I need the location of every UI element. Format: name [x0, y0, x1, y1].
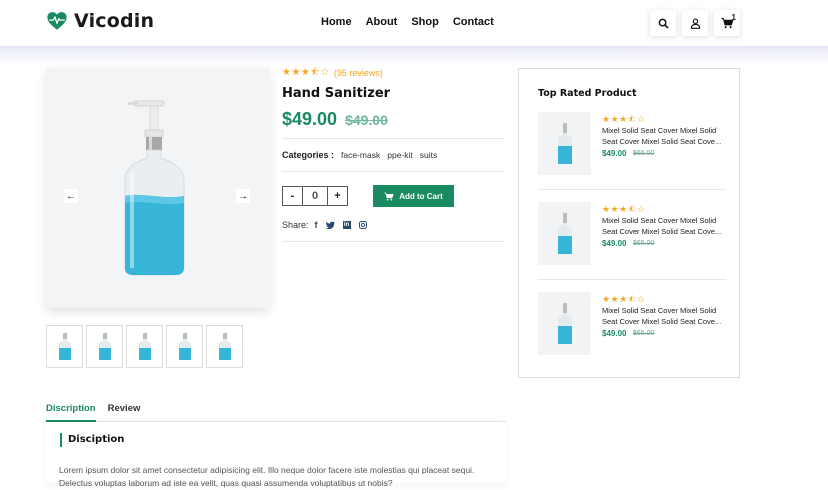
divider [282, 138, 504, 139]
divider [538, 279, 726, 280]
qty-value[interactable]: 0 [303, 186, 327, 206]
add-to-cart-label: Add to Cart [399, 191, 443, 201]
search-button[interactable] [650, 10, 676, 36]
qty-increase-button[interactable]: + [327, 186, 348, 206]
old-price: $49.00 [345, 112, 388, 128]
category-tag[interactable]: face-mask [341, 150, 380, 160]
thumbnail[interactable] [86, 325, 123, 368]
sidebar-product-price: $49.00 [602, 149, 627, 158]
arrow-left-icon: ← [66, 190, 76, 202]
product-title: Hand Sanitizer [282, 86, 391, 101]
sanitizer-bottle-image [124, 100, 185, 276]
twitter-icon[interactable] [325, 221, 335, 229]
divider [282, 171, 504, 172]
instagram-icon[interactable] [358, 221, 367, 229]
purchase-row: - 0 + Add to Cart [282, 185, 504, 207]
sidebar-product-name[interactable]: Mixel Solid Seat Cover Mixel Solid Seat … [602, 125, 726, 147]
product-info: ★★★⯪☆ (95 reviews) Hand Sanitizer $49.00… [282, 66, 504, 242]
sidebar-product-old-price: $65.00 [633, 150, 655, 157]
sanitizer-thumb-image [218, 332, 231, 360]
product-tabs: Discription Review [46, 403, 506, 422]
product-rating: ★★★⯪☆ (95 reviews) [282, 66, 504, 80]
cart-count-badge: 1 [731, 13, 736, 22]
tab-review[interactable]: Review [108, 403, 141, 422]
description-text: Lorem ipsum dolor sit amet consectetur a… [59, 465, 475, 488]
sanitizer-bottle-image [557, 212, 572, 254]
search-icon [658, 18, 669, 29]
thumbnail[interactable] [206, 325, 243, 368]
cart-button[interactable]: 1 [714, 10, 740, 36]
sidebar-product-old-price: $65.00 [633, 330, 655, 337]
arrow-right-icon: → [238, 190, 248, 202]
description-panel: Disciption Lorem ipsum dolor sit amet co… [46, 422, 506, 488]
next-image-button[interactable]: → [236, 189, 250, 203]
sanitizer-bottle-image [557, 302, 572, 344]
price-row: $49.00 $49.00 [282, 109, 504, 130]
star-rating-icon: ★★★⯪☆ [282, 66, 330, 78]
quantity-stepper: - 0 + [282, 186, 348, 206]
main-nav: Home About Shop Contact [321, 16, 508, 28]
category-tag[interactable]: suits [420, 150, 437, 160]
product-main-image[interactable]: ← → [46, 68, 269, 308]
sanitizer-bottle-image [557, 122, 572, 164]
categories: Categories : face-mask ppe-kit suits [282, 150, 504, 160]
sidebar-product-name[interactable]: Mixel Solid Seat Cover Mixel Solid Seat … [602, 215, 726, 237]
sidebar-product-name[interactable]: Mixel Solid Seat Cover Mixel Solid Seat … [602, 305, 726, 327]
sidebar-product-image[interactable] [538, 292, 591, 355]
thumbnail-strip [46, 325, 243, 368]
thumbnail[interactable] [126, 325, 163, 368]
share-row: Share: f in [282, 220, 504, 230]
site-header: Vicodin Home About Shop Contact 1 [0, 0, 828, 46]
nav-contact[interactable]: Contact [453, 16, 494, 28]
sidebar-product-image[interactable] [538, 112, 591, 175]
prev-image-button[interactable]: ← [64, 189, 78, 203]
linkedin-icon[interactable]: in [342, 221, 351, 229]
divider [282, 241, 504, 242]
tab-description[interactable]: Discription [46, 403, 96, 422]
add-to-cart-button[interactable]: Add to Cart [373, 185, 454, 207]
sanitizer-thumb-image [98, 332, 111, 360]
review-count[interactable]: (95 reviews) [334, 68, 383, 78]
sidebar-product[interactable]: ★★★⯪☆ Mixel Solid Seat Cover Mixel Solid… [538, 292, 726, 382]
account-button[interactable] [682, 10, 708, 36]
header-shadow-band [0, 46, 828, 64]
divider [538, 189, 726, 190]
nav-home[interactable]: Home [321, 16, 352, 28]
thumbnail[interactable] [166, 325, 203, 368]
sanitizer-thumb-image [58, 332, 71, 360]
sidebar-product-old-price: $65.00 [633, 240, 655, 247]
top-rated-sidebar: Top Rated Product ★★★⯪☆ Mixel Solid Seat… [518, 68, 740, 378]
share-label: Share: [282, 220, 309, 230]
description-title: Disciption [60, 433, 124, 447]
current-price: $49.00 [282, 109, 338, 129]
nav-about[interactable]: About [366, 16, 398, 28]
sanitizer-thumb-image [178, 332, 191, 360]
qty-decrease-button[interactable]: - [282, 186, 303, 206]
categories-label: Categories : [282, 150, 335, 160]
thumbnail[interactable] [46, 325, 83, 368]
facebook-icon[interactable]: f [315, 220, 318, 230]
user-icon [690, 18, 700, 29]
sidebar-product-image[interactable] [538, 202, 591, 265]
logo[interactable]: Vicodin [46, 10, 154, 32]
sidebar-title: Top Rated Product [538, 88, 637, 99]
sidebar-product-price: $49.00 [602, 239, 627, 248]
nav-shop[interactable]: Shop [411, 16, 439, 28]
brand-name: Vicodin [74, 10, 155, 32]
category-tag[interactable]: ppe-kit [387, 150, 413, 160]
cart-icon [384, 192, 394, 200]
sidebar-product-price: $49.00 [602, 329, 627, 338]
heart-pulse-icon [47, 12, 67, 30]
sanitizer-thumb-image [138, 332, 151, 360]
